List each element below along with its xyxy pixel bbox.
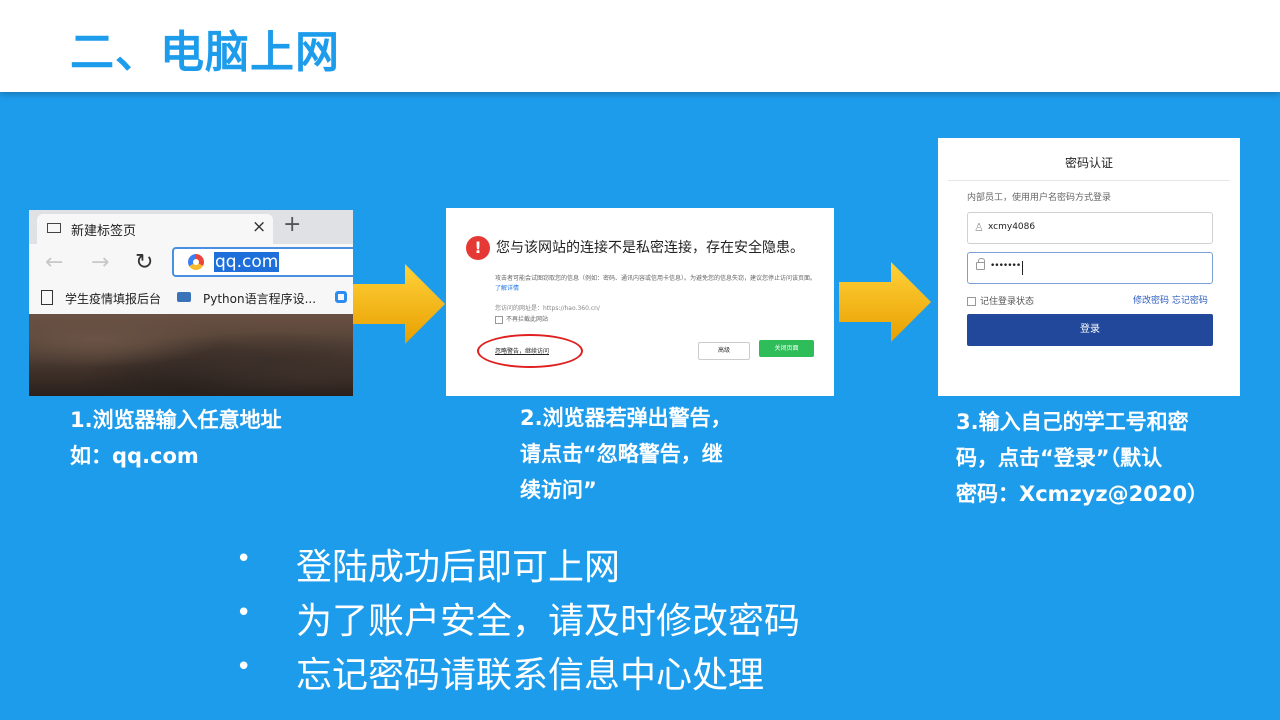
browser-logo-icon: [188, 254, 204, 270]
warning-body: 攻击者可能会试图窃取您的信息（例如：密码、通讯内容或信用卡信息）。为避免您的信息…: [495, 274, 820, 294]
list-item-text: 登陆成功后即可上网: [296, 547, 621, 588]
forgot-password-link[interactable]: 忘记密码: [1172, 296, 1208, 306]
address-bar[interactable]: qq.com: [172, 247, 353, 277]
ignore-warning-link[interactable]: 忽略警告，继续访问: [495, 346, 549, 355]
warning-body-text: 攻击者可能会试图窃取您的信息（例如：密码、通讯内容或信用卡信息）。为避免您的信息…: [495, 275, 817, 282]
browser-screenshot: 新建标签页 × + ← → ↻ qq.com 学生疫情填报后台 Python语言…: [29, 210, 353, 396]
checkbox-label: 不再拦截此网站: [506, 316, 549, 323]
caption-line: 1.浏览器输入任意地址: [70, 408, 282, 432]
bookmark-flag-icon: [177, 292, 191, 302]
login-subtitle: 内部员工，使用用户名密码方式登录: [967, 193, 1112, 203]
browser-tab[interactable]: 新建标签页 ×: [37, 214, 273, 244]
login-button[interactable]: 登录: [967, 314, 1213, 346]
app-icon: [335, 291, 347, 303]
caption-line: 如：qq.com: [70, 444, 199, 468]
bullet-icon: •: [236, 598, 252, 628]
background-photo: [29, 314, 353, 396]
caption-line: 3.输入自己的学工号和密: [956, 410, 1189, 434]
document-icon: [41, 290, 53, 305]
user-icon: ♙: [974, 221, 984, 234]
forward-icon[interactable]: →: [91, 250, 109, 275]
back-icon[interactable]: ←: [45, 250, 63, 275]
warning-icon: !: [466, 236, 490, 260]
bookmark-item[interactable]: 学生疫情填报后台: [65, 290, 161, 307]
security-warning-screenshot: ! 您与该网站的连接不是私密连接，存在安全隐患。 攻击者可能会试图窃取您的信息（…: [446, 208, 834, 396]
password-field[interactable]: •••••••: [967, 252, 1213, 284]
step3-caption: 3.输入自己的学工号和密 码，点击“登录”（默认 密码：Xcmzyz@2020）: [956, 404, 1208, 512]
address-input-value[interactable]: qq.com: [214, 252, 280, 272]
caption-line: 密码：Xcmzyz@2020）: [956, 482, 1209, 506]
arrow-right-icon: [353, 264, 445, 344]
checkbox-icon[interactable]: [967, 297, 976, 306]
tab-close-icon[interactable]: ×: [252, 217, 266, 237]
browser-tab-bar: 新建标签页 × +: [29, 210, 353, 244]
divider: [948, 180, 1230, 181]
bookmark-item[interactable]: Python语言程序设...: [203, 290, 316, 307]
close-page-button[interactable]: 关闭页面: [759, 340, 814, 357]
password-value[interactable]: •••••••: [990, 261, 1021, 271]
page-title: 二、电脑上网: [70, 27, 340, 78]
step2-caption: 2.浏览器若弹出警告， 请点击“忽略警告，继 续访问”: [520, 400, 732, 508]
dont-block-checkbox[interactable]: 不再拦截此网站: [495, 314, 548, 324]
lock-icon: [976, 258, 985, 270]
account-links: 修改密码 忘记密码: [1133, 293, 1208, 306]
tab-label: 新建标签页: [71, 224, 137, 239]
list-item-text: 为了账户安全，请及时修改密码: [296, 601, 801, 642]
caption-line: 码，点击“登录”（默认: [956, 446, 1163, 470]
advanced-button[interactable]: 高级: [698, 342, 750, 360]
header-bar: 二、电脑上网: [0, 0, 1280, 92]
warning-url: 您访问的网址是：https://hao.360.cn/: [495, 305, 600, 312]
warning-title: 您与该网站的连接不是私密连接，存在安全隐患。: [496, 240, 804, 256]
browser-nav-bar: ← → ↻ qq.com: [29, 244, 353, 284]
username-field[interactable]: ♙ xcmy4086: [967, 212, 1213, 244]
bullet-icon: •: [236, 652, 252, 682]
list-item-text: 忘记密码请联系信息中心处理: [296, 655, 765, 696]
step1-caption: 1.浏览器输入任意地址 如：qq.com: [70, 402, 282, 474]
caption-line: 请点击“忽略警告，继: [520, 442, 723, 466]
login-title: 密码认证: [1064, 156, 1113, 170]
arrow-right-icon: [839, 262, 931, 342]
checkbox-icon[interactable]: [495, 315, 503, 324]
remember-login-checkbox[interactable]: 记住登录状态: [967, 294, 1034, 307]
caption-line: 2.浏览器若弹出警告，: [520, 406, 732, 430]
text-cursor: [1022, 261, 1023, 275]
caption-line: 续访问”: [520, 478, 597, 502]
bookmarks-bar: 学生疫情填报后台 Python语言程序设...: [29, 284, 353, 315]
change-password-link[interactable]: 修改密码: [1133, 296, 1169, 306]
reload-icon[interactable]: ↻: [135, 250, 153, 275]
login-screenshot: 密码认证 内部员工，使用用户名密码方式登录 ♙ xcmy4086 •••••••…: [938, 138, 1240, 396]
username-value[interactable]: xcmy4086: [988, 222, 1035, 232]
new-tab-icon[interactable]: +: [283, 212, 301, 237]
bullet-icon: •: [236, 544, 252, 574]
learn-more-link[interactable]: 了解详情: [495, 285, 519, 292]
tab-page-icon: [47, 223, 61, 233]
remember-label: 记住登录状态: [980, 297, 1035, 307]
